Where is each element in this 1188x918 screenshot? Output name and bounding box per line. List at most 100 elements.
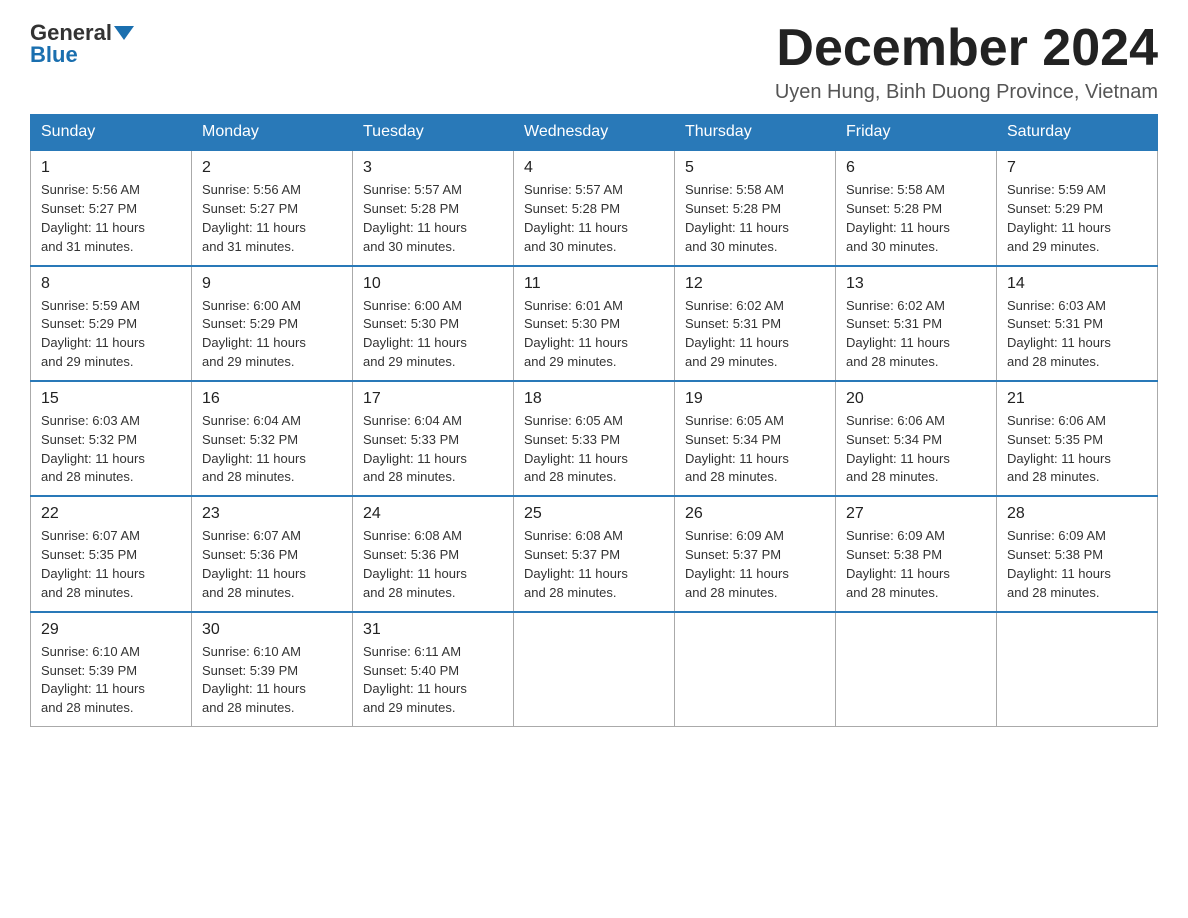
day-number: 19: [685, 390, 825, 408]
day-number: 26: [685, 505, 825, 523]
day-info: Sunrise: 6:07 AMSunset: 5:36 PMDaylight:…: [202, 528, 306, 600]
calendar-cell: 30 Sunrise: 6:10 AMSunset: 5:39 PMDaylig…: [192, 612, 353, 727]
day-info: Sunrise: 5:59 AMSunset: 5:29 PMDaylight:…: [1007, 182, 1111, 254]
calendar-cell: 13 Sunrise: 6:02 AMSunset: 5:31 PMDaylig…: [836, 266, 997, 381]
day-number: 15: [41, 390, 181, 408]
day-number: 10: [363, 275, 503, 293]
page-header: General Blue December 2024 Uyen Hung, Bi…: [30, 20, 1158, 104]
day-info: Sunrise: 6:03 AMSunset: 5:32 PMDaylight:…: [41, 413, 145, 485]
day-number: 31: [363, 621, 503, 639]
day-number: 5: [685, 159, 825, 177]
day-number: 3: [363, 159, 503, 177]
day-info: Sunrise: 5:58 AMSunset: 5:28 PMDaylight:…: [846, 182, 950, 254]
calendar-cell: [675, 612, 836, 727]
day-info: Sunrise: 6:08 AMSunset: 5:37 PMDaylight:…: [524, 528, 628, 600]
logo-blue-text: Blue: [30, 42, 78, 68]
day-number: 11: [524, 275, 664, 293]
day-info: Sunrise: 6:04 AMSunset: 5:32 PMDaylight:…: [202, 413, 306, 485]
day-info: Sunrise: 6:07 AMSunset: 5:35 PMDaylight:…: [41, 528, 145, 600]
day-info: Sunrise: 6:05 AMSunset: 5:33 PMDaylight:…: [524, 413, 628, 485]
calendar-cell: 26 Sunrise: 6:09 AMSunset: 5:37 PMDaylig…: [675, 496, 836, 611]
calendar-cell: 29 Sunrise: 6:10 AMSunset: 5:39 PMDaylig…: [31, 612, 192, 727]
day-info: Sunrise: 6:09 AMSunset: 5:38 PMDaylight:…: [846, 528, 950, 600]
day-info: Sunrise: 6:09 AMSunset: 5:37 PMDaylight:…: [685, 528, 789, 600]
calendar-cell: 3 Sunrise: 5:57 AMSunset: 5:28 PMDayligh…: [353, 150, 514, 265]
calendar-cell: 25 Sunrise: 6:08 AMSunset: 5:37 PMDaylig…: [514, 496, 675, 611]
day-number: 14: [1007, 275, 1147, 293]
calendar-cell: [514, 612, 675, 727]
day-info: Sunrise: 5:56 AMSunset: 5:27 PMDaylight:…: [41, 182, 145, 254]
day-info: Sunrise: 5:59 AMSunset: 5:29 PMDaylight:…: [41, 298, 145, 370]
week-row-3: 15 Sunrise: 6:03 AMSunset: 5:32 PMDaylig…: [31, 381, 1158, 496]
day-info: Sunrise: 6:10 AMSunset: 5:39 PMDaylight:…: [202, 644, 306, 716]
day-number: 22: [41, 505, 181, 523]
calendar-cell: 14 Sunrise: 6:03 AMSunset: 5:31 PMDaylig…: [997, 266, 1158, 381]
calendar-cell: 2 Sunrise: 5:56 AMSunset: 5:27 PMDayligh…: [192, 150, 353, 265]
day-info: Sunrise: 5:57 AMSunset: 5:28 PMDaylight:…: [363, 182, 467, 254]
month-title: December 2024: [775, 20, 1158, 77]
day-info: Sunrise: 6:02 AMSunset: 5:31 PMDaylight:…: [846, 298, 950, 370]
day-number: 7: [1007, 159, 1147, 177]
week-row-1: 1 Sunrise: 5:56 AMSunset: 5:27 PMDayligh…: [31, 150, 1158, 265]
calendar-cell: 8 Sunrise: 5:59 AMSunset: 5:29 PMDayligh…: [31, 266, 192, 381]
day-info: Sunrise: 6:00 AMSunset: 5:30 PMDaylight:…: [363, 298, 467, 370]
day-number: 8: [41, 275, 181, 293]
calendar-header-monday: Monday: [192, 115, 353, 151]
calendar-cell: 23 Sunrise: 6:07 AMSunset: 5:36 PMDaylig…: [192, 496, 353, 611]
day-number: 1: [41, 159, 181, 177]
day-info: Sunrise: 6:04 AMSunset: 5:33 PMDaylight:…: [363, 413, 467, 485]
calendar-header-sunday: Sunday: [31, 115, 192, 151]
calendar-cell: 18 Sunrise: 6:05 AMSunset: 5:33 PMDaylig…: [514, 381, 675, 496]
calendar-header-friday: Friday: [836, 115, 997, 151]
calendar-header-saturday: Saturday: [997, 115, 1158, 151]
day-number: 23: [202, 505, 342, 523]
day-number: 29: [41, 621, 181, 639]
day-info: Sunrise: 5:57 AMSunset: 5:28 PMDaylight:…: [524, 182, 628, 254]
calendar-table: SundayMondayTuesdayWednesdayThursdayFrid…: [30, 114, 1158, 727]
week-row-2: 8 Sunrise: 5:59 AMSunset: 5:29 PMDayligh…: [31, 266, 1158, 381]
calendar-cell: 16 Sunrise: 6:04 AMSunset: 5:32 PMDaylig…: [192, 381, 353, 496]
day-info: Sunrise: 6:11 AMSunset: 5:40 PMDaylight:…: [363, 644, 467, 716]
calendar-cell: 5 Sunrise: 5:58 AMSunset: 5:28 PMDayligh…: [675, 150, 836, 265]
location-subtitle: Uyen Hung, Binh Duong Province, Vietnam: [775, 81, 1158, 104]
calendar-cell: 1 Sunrise: 5:56 AMSunset: 5:27 PMDayligh…: [31, 150, 192, 265]
day-number: 28: [1007, 505, 1147, 523]
day-info: Sunrise: 6:05 AMSunset: 5:34 PMDaylight:…: [685, 413, 789, 485]
day-number: 24: [363, 505, 503, 523]
day-number: 18: [524, 390, 664, 408]
day-number: 4: [524, 159, 664, 177]
calendar-cell: 31 Sunrise: 6:11 AMSunset: 5:40 PMDaylig…: [353, 612, 514, 727]
day-number: 12: [685, 275, 825, 293]
day-info: Sunrise: 5:56 AMSunset: 5:27 PMDaylight:…: [202, 182, 306, 254]
day-number: 13: [846, 275, 986, 293]
calendar-cell: [836, 612, 997, 727]
day-number: 21: [1007, 390, 1147, 408]
calendar-header-row: SundayMondayTuesdayWednesdayThursdayFrid…: [31, 115, 1158, 151]
calendar-cell: 24 Sunrise: 6:08 AMSunset: 5:36 PMDaylig…: [353, 496, 514, 611]
calendar-cell: 27 Sunrise: 6:09 AMSunset: 5:38 PMDaylig…: [836, 496, 997, 611]
day-info: Sunrise: 5:58 AMSunset: 5:28 PMDaylight:…: [685, 182, 789, 254]
day-info: Sunrise: 6:01 AMSunset: 5:30 PMDaylight:…: [524, 298, 628, 370]
day-number: 6: [846, 159, 986, 177]
day-number: 17: [363, 390, 503, 408]
calendar-header-tuesday: Tuesday: [353, 115, 514, 151]
day-number: 27: [846, 505, 986, 523]
week-row-5: 29 Sunrise: 6:10 AMSunset: 5:39 PMDaylig…: [31, 612, 1158, 727]
day-info: Sunrise: 6:03 AMSunset: 5:31 PMDaylight:…: [1007, 298, 1111, 370]
day-number: 9: [202, 275, 342, 293]
title-block: December 2024 Uyen Hung, Binh Duong Prov…: [775, 20, 1158, 104]
day-number: 25: [524, 505, 664, 523]
day-info: Sunrise: 6:09 AMSunset: 5:38 PMDaylight:…: [1007, 528, 1111, 600]
calendar-cell: 7 Sunrise: 5:59 AMSunset: 5:29 PMDayligh…: [997, 150, 1158, 265]
day-number: 30: [202, 621, 342, 639]
calendar-cell: 15 Sunrise: 6:03 AMSunset: 5:32 PMDaylig…: [31, 381, 192, 496]
calendar-header-thursday: Thursday: [675, 115, 836, 151]
day-info: Sunrise: 6:02 AMSunset: 5:31 PMDaylight:…: [685, 298, 789, 370]
calendar-cell: 4 Sunrise: 5:57 AMSunset: 5:28 PMDayligh…: [514, 150, 675, 265]
calendar-cell: 20 Sunrise: 6:06 AMSunset: 5:34 PMDaylig…: [836, 381, 997, 496]
calendar-cell: 11 Sunrise: 6:01 AMSunset: 5:30 PMDaylig…: [514, 266, 675, 381]
calendar-cell: 28 Sunrise: 6:09 AMSunset: 5:38 PMDaylig…: [997, 496, 1158, 611]
calendar-cell: 21 Sunrise: 6:06 AMSunset: 5:35 PMDaylig…: [997, 381, 1158, 496]
calendar-cell: 6 Sunrise: 5:58 AMSunset: 5:28 PMDayligh…: [836, 150, 997, 265]
day-info: Sunrise: 6:06 AMSunset: 5:34 PMDaylight:…: [846, 413, 950, 485]
